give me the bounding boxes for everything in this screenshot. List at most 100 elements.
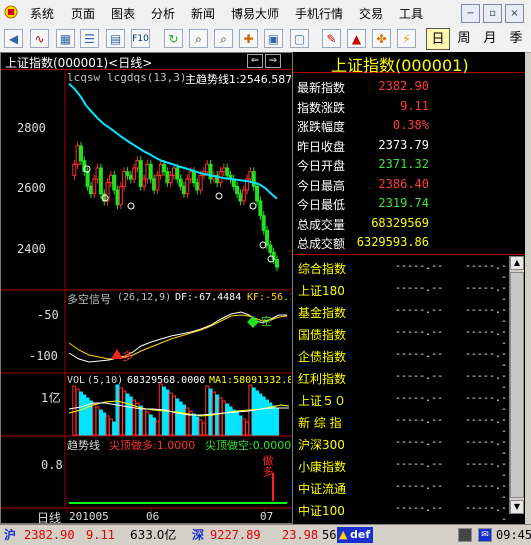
menu-news[interactable]: 新闻 bbox=[191, 6, 215, 22]
candle-body bbox=[85, 171, 90, 187]
menu-trade[interactable]: 交易 bbox=[359, 6, 383, 22]
menu-mobile-quotes[interactable]: 手机行情 bbox=[295, 6, 343, 22]
close-button[interactable]: × bbox=[505, 4, 524, 23]
candle-body bbox=[135, 160, 140, 169]
period-day-button[interactable]: 日 bbox=[426, 28, 450, 50]
candle-body bbox=[158, 163, 163, 176]
quote-row-value: 2386.40 bbox=[378, 176, 429, 191]
index-name: 上证５０ bbox=[298, 394, 347, 408]
status-bar: 沪 2382.90 9.11 633.0亿 深 9227.89 23.98 56… bbox=[0, 524, 531, 545]
alert-bell-icon[interactable]: ▲ bbox=[347, 29, 366, 48]
volume-bar bbox=[115, 384, 120, 436]
window-icon[interactable]: ▢ bbox=[290, 29, 309, 48]
volume-bar bbox=[195, 416, 200, 436]
menu-tools[interactable]: 工具 bbox=[399, 6, 423, 22]
macd-title: 多空信号 bbox=[67, 293, 111, 306]
index-list-item[interactable]: 上证５０ -----.-- -----.-- bbox=[293, 390, 507, 415]
lightning-icon[interactable]: ⚡ bbox=[397, 29, 416, 48]
index-list-item[interactable]: 国债指数 -----.-- -----.-- bbox=[293, 324, 507, 349]
quote-row: 今日最高 2386.40 bbox=[293, 177, 525, 195]
index-list-item[interactable]: 小康指数 -----.-- -----.-- bbox=[293, 456, 507, 481]
index-list-scrollbar[interactable]: ▲ ▼ bbox=[509, 256, 524, 514]
quote-row-label: 最新指数 bbox=[297, 81, 346, 95]
menu-system[interactable]: 系统 bbox=[30, 6, 54, 22]
volume-bars bbox=[72, 383, 279, 436]
volume-bar bbox=[168, 392, 173, 436]
quote-row-value: 9.11 bbox=[400, 98, 429, 113]
quote-row-value: 2382.90 bbox=[378, 79, 429, 93]
volume-bar bbox=[198, 419, 203, 436]
index-list-item[interactable]: 上证180 -----.-- -----.-- bbox=[293, 280, 507, 305]
candle-body bbox=[261, 215, 266, 231]
index-list-item[interactable]: 新 综 指 -----.-- -----.-- bbox=[293, 412, 507, 437]
period-month-button[interactable]: 月 bbox=[478, 28, 502, 50]
candle-body bbox=[72, 163, 77, 176]
restore-button[interactable]: ▫ bbox=[483, 4, 502, 23]
candle-body bbox=[175, 167, 180, 180]
list-icon[interactable]: ☰ bbox=[80, 29, 99, 48]
index-list-item[interactable]: 中证流通 -----.-- -----.-- bbox=[293, 478, 507, 503]
x-tick-201005: 201005 bbox=[69, 510, 109, 523]
layout-icon[interactable]: ▣ bbox=[264, 29, 283, 48]
period-week-button[interactable]: 周 bbox=[452, 28, 476, 50]
candle-body bbox=[178, 178, 183, 187]
status-def-badge[interactable]: ▲ def bbox=[337, 527, 373, 543]
status-network-icon[interactable] bbox=[458, 528, 472, 542]
volume-bar bbox=[125, 393, 130, 436]
candle-body bbox=[265, 229, 270, 246]
scroll-down-icon[interactable]: ▼ bbox=[510, 500, 524, 514]
f10-icon[interactable]: F10 bbox=[131, 29, 150, 48]
index-list-item[interactable]: 企债指数 -----.-- -----.-- bbox=[293, 346, 507, 371]
index-value: -----.-- bbox=[395, 393, 444, 404]
volume-bar bbox=[261, 396, 266, 436]
status-time: 09:45 bbox=[496, 528, 531, 542]
volume-bar bbox=[85, 397, 90, 436]
candle-body bbox=[251, 171, 256, 187]
candle-body bbox=[78, 145, 83, 162]
candle-body bbox=[75, 145, 80, 165]
index-name: 新 综 指 bbox=[298, 416, 342, 430]
period-quarter-button[interactable]: 季 bbox=[504, 28, 528, 50]
index-value: -----.-- bbox=[395, 305, 444, 316]
grid-icon[interactable]: ▤ bbox=[106, 29, 125, 48]
crosshair-icon[interactable]: ✚ bbox=[239, 29, 258, 48]
line-chart-icon[interactable]: ∿ bbox=[30, 29, 49, 48]
index-list-item[interactable]: 基金指数 -----.-- -----.-- bbox=[293, 302, 507, 327]
status-sz-value: 9227.89 bbox=[210, 528, 261, 542]
quote-row-value: 2371.32 bbox=[378, 157, 429, 171]
candle-body bbox=[195, 182, 200, 191]
quote-row: 总成交额 6329593.86 bbox=[293, 235, 525, 253]
kline-chart-area[interactable]: 上证指数(000001)<日线> ⇐ ⇒ lcqsw lcgdqs(13,3) … bbox=[0, 52, 293, 525]
index-list-item[interactable]: 红利指数 -----.-- -----.-- bbox=[293, 368, 507, 393]
volume-bar bbox=[181, 404, 186, 436]
status-message-icon[interactable]: ✉ bbox=[478, 528, 492, 542]
menu-page[interactable]: 页面 bbox=[71, 6, 95, 22]
zoom-out-icon[interactable]: ⌕ bbox=[214, 29, 233, 48]
menu-boyi-master[interactable]: 博易大师 bbox=[231, 6, 279, 22]
warning-icon[interactable]: ✤ bbox=[372, 29, 391, 48]
volume-bar bbox=[221, 400, 226, 436]
back-icon[interactable]: ◀ bbox=[4, 29, 23, 48]
quote-row: 最新指数 2382.90 bbox=[293, 79, 525, 97]
menu-chart[interactable]: 图表 bbox=[111, 6, 135, 22]
scroll-thumb[interactable] bbox=[510, 272, 524, 498]
draw-icon[interactable]: ✎ bbox=[322, 29, 341, 48]
status-sh-change: 9.11 bbox=[86, 528, 115, 542]
refresh-icon[interactable]: ↻ bbox=[164, 29, 183, 48]
vol-title: VOL bbox=[67, 375, 86, 386]
scroll-up-icon[interactable]: ▲ bbox=[510, 256, 524, 270]
zoom-in-icon[interactable]: ⌕ bbox=[189, 29, 208, 48]
candle-body bbox=[162, 163, 167, 173]
menu-analysis[interactable]: 分析 bbox=[151, 6, 175, 22]
minimize-button[interactable]: − bbox=[461, 4, 480, 23]
index-list-item[interactable]: 中证100 -----.-- -----.-- bbox=[293, 500, 507, 525]
volume-bar bbox=[172, 395, 176, 436]
index-list-item[interactable]: 综合指数 -----.-- -----.-- bbox=[293, 258, 507, 283]
table-icon[interactable]: ▦ bbox=[56, 29, 75, 48]
candle-body bbox=[238, 193, 243, 202]
index-list-item[interactable]: 沪深300 -----.-- -----.-- bbox=[293, 434, 507, 459]
menu-bar: 系统 页面 图表 分析 新闻 博易大师 手机行情 交易 工具 − ▫ × bbox=[0, 0, 531, 27]
app-logo-icon bbox=[4, 5, 18, 19]
status-sh-value: 2382.90 bbox=[24, 528, 75, 542]
quote-row-label: 今日最高 bbox=[297, 178, 346, 193]
